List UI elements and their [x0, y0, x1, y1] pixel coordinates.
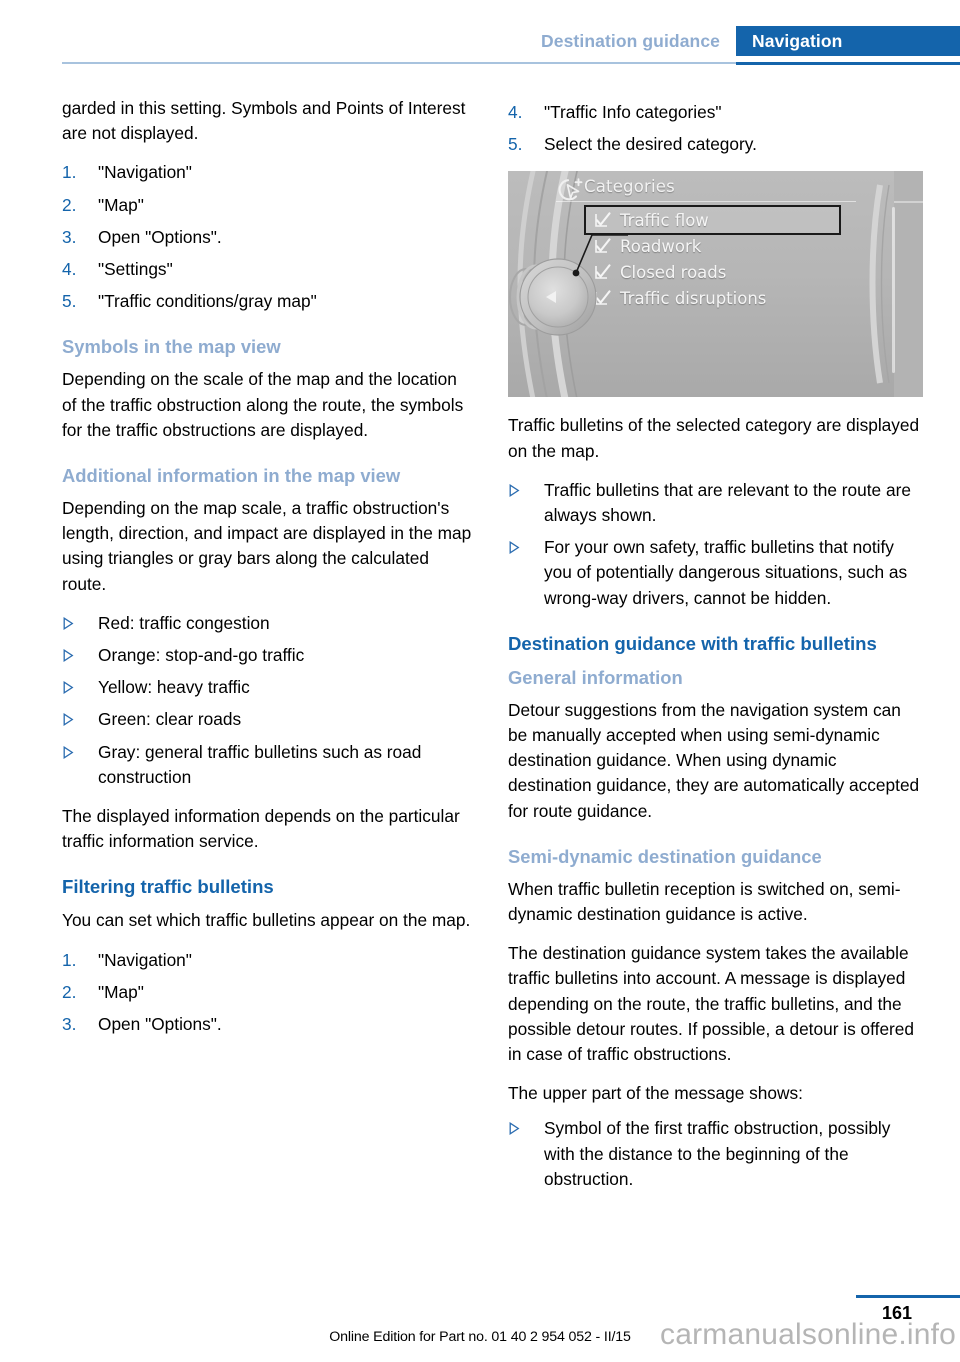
step-item: "Traffic conditions/gray map"	[62, 289, 317, 314]
header-rule-light	[62, 62, 736, 64]
bulletins-bullets: Traffic bulletins that are relevant to t…	[508, 478, 920, 611]
filtering-paragraph: You can set which traffic bulletins appe…	[62, 910, 471, 931]
step-item: "Navigation"	[62, 948, 192, 973]
general-info-paragraph: Detour suggestions from the navigation s…	[508, 699, 920, 821]
list-item: Gray: general traffic bulletins such as …	[62, 740, 474, 790]
upper-part-paragraph: The upper part of the message shows:	[508, 1083, 803, 1104]
list-item-label: Symbol of the first traffic obstruction,…	[544, 1118, 891, 1189]
service-paragraph: The displayed information depends on the…	[62, 806, 460, 852]
footer-rule	[856, 1295, 960, 1298]
list-item: Green: clear roads	[62, 707, 474, 732]
step-item: "Settings"	[62, 257, 173, 282]
step-item: Open "Options".	[62, 225, 222, 250]
triangle-bullet-icon	[63, 745, 74, 759]
list-item-label: Traffic bulletins that are relevant to t…	[544, 479, 911, 526]
idrive-screenshot-figure: Categories Traffic flow Roadwork Closed …	[508, 171, 923, 398]
triangle-bullet-icon	[63, 616, 74, 630]
procedure-steps-second: "Navigation" "Map" Open "Options".	[62, 948, 474, 1038]
list-item-label: Red: traffic congestion	[98, 612, 270, 633]
list-item: Red: traffic congestion	[62, 611, 474, 636]
triangle-bullet-icon	[509, 541, 520, 555]
left-column: garded in this setting. Symbols and Poin…	[62, 96, 474, 1051]
bulletins-paragraph: Traffic bulletins of the selected catego…	[508, 415, 920, 461]
breadcrumb-section: Navigation	[736, 26, 960, 56]
callout-leader-line	[572, 234, 628, 277]
triangle-bullet-icon	[63, 713, 74, 727]
section-heading-general-info: General information	[508, 666, 683, 688]
header-rule-accent	[736, 62, 960, 65]
color-legend-bullets: Red: traffic congestion Orange: stop-and…	[62, 611, 474, 790]
idrive-title: Categories	[584, 177, 675, 197]
step-item: Open "Options".	[62, 1012, 222, 1037]
list-item: Orange: stop-and-go traffic	[62, 643, 474, 668]
intro-paragraph: garded in this setting. Symbols and Poin…	[62, 98, 466, 144]
semi-dynamic-paragraph-2: The destination guidance system takes th…	[508, 943, 915, 1065]
list-item-label: Gray: general traffic bulletins such as …	[98, 741, 422, 787]
list-item: For your own safety, traffic bulletins t…	[508, 535, 920, 611]
page-header: Destination guidance Navigation	[0, 0, 960, 62]
triangle-bullet-icon	[509, 1122, 520, 1136]
section-heading-symbols: Symbols in the map view	[62, 336, 281, 358]
idrive-screen-background: Categories Traffic flow Roadwork Closed …	[508, 171, 923, 398]
list-item: Traffic bulletins that are relevant to t…	[508, 478, 920, 528]
triangle-bullet-icon	[509, 483, 520, 497]
header-tabs: Destination guidance Navigation	[541, 26, 960, 56]
idrive-title-divider	[556, 201, 856, 203]
list-item-label: Green: clear roads	[98, 709, 242, 730]
procedure-steps-continued: "Traffic Info categories" Select the des…	[508, 100, 920, 158]
breadcrumb-chapter: Destination guidance	[541, 31, 720, 51]
list-item-label: For your own safety, traffic bulletins t…	[544, 537, 908, 608]
step-item: "Traffic Info categories"	[508, 100, 722, 125]
symbols-paragraph: Depending on the scale of the map and th…	[62, 369, 464, 440]
procedure-steps-first: "Navigation" "Map" Open "Options". "Sett…	[62, 160, 474, 314]
online-edition-note: Online Edition for Part no. 01 40 2 954 …	[329, 1329, 631, 1345]
list-item-label: Orange: stop-and-go traffic	[98, 645, 305, 666]
step-item: "Navigation"	[62, 160, 192, 185]
upper-part-bullets: Symbol of the first traffic obstruction,…	[508, 1116, 920, 1192]
list-item-label: Yellow: heavy traffic	[98, 677, 250, 698]
section-heading-semi-dynamic: Semi-dynamic destination guidance	[508, 845, 822, 867]
list-item: Yellow: heavy traffic	[62, 675, 474, 700]
semi-dynamic-paragraph-1: When traffic bulletin reception is switc…	[508, 878, 901, 925]
section-heading-filtering: Filtering traffic bulletins	[62, 876, 274, 898]
additional-info-paragraph: Depending on the map scale, a traffic ob…	[62, 498, 472, 594]
step-item: Select the desired category.	[508, 132, 757, 157]
step-item: "Map"	[62, 193, 144, 218]
right-column: "Traffic Info categories" Select the des…	[508, 96, 923, 1206]
list-item: Symbol of the first traffic obstruction,…	[508, 1116, 920, 1192]
section-heading-destination-guidance: Destination guidance with traffic bullet…	[508, 632, 877, 654]
triangle-bullet-icon	[63, 649, 74, 663]
section-heading-additional-info: Additional information in the map view	[62, 465, 401, 487]
idrive-scrollbar[interactable]	[890, 207, 897, 374]
step-item: "Map"	[62, 980, 144, 1005]
triangle-bullet-icon	[63, 681, 74, 695]
